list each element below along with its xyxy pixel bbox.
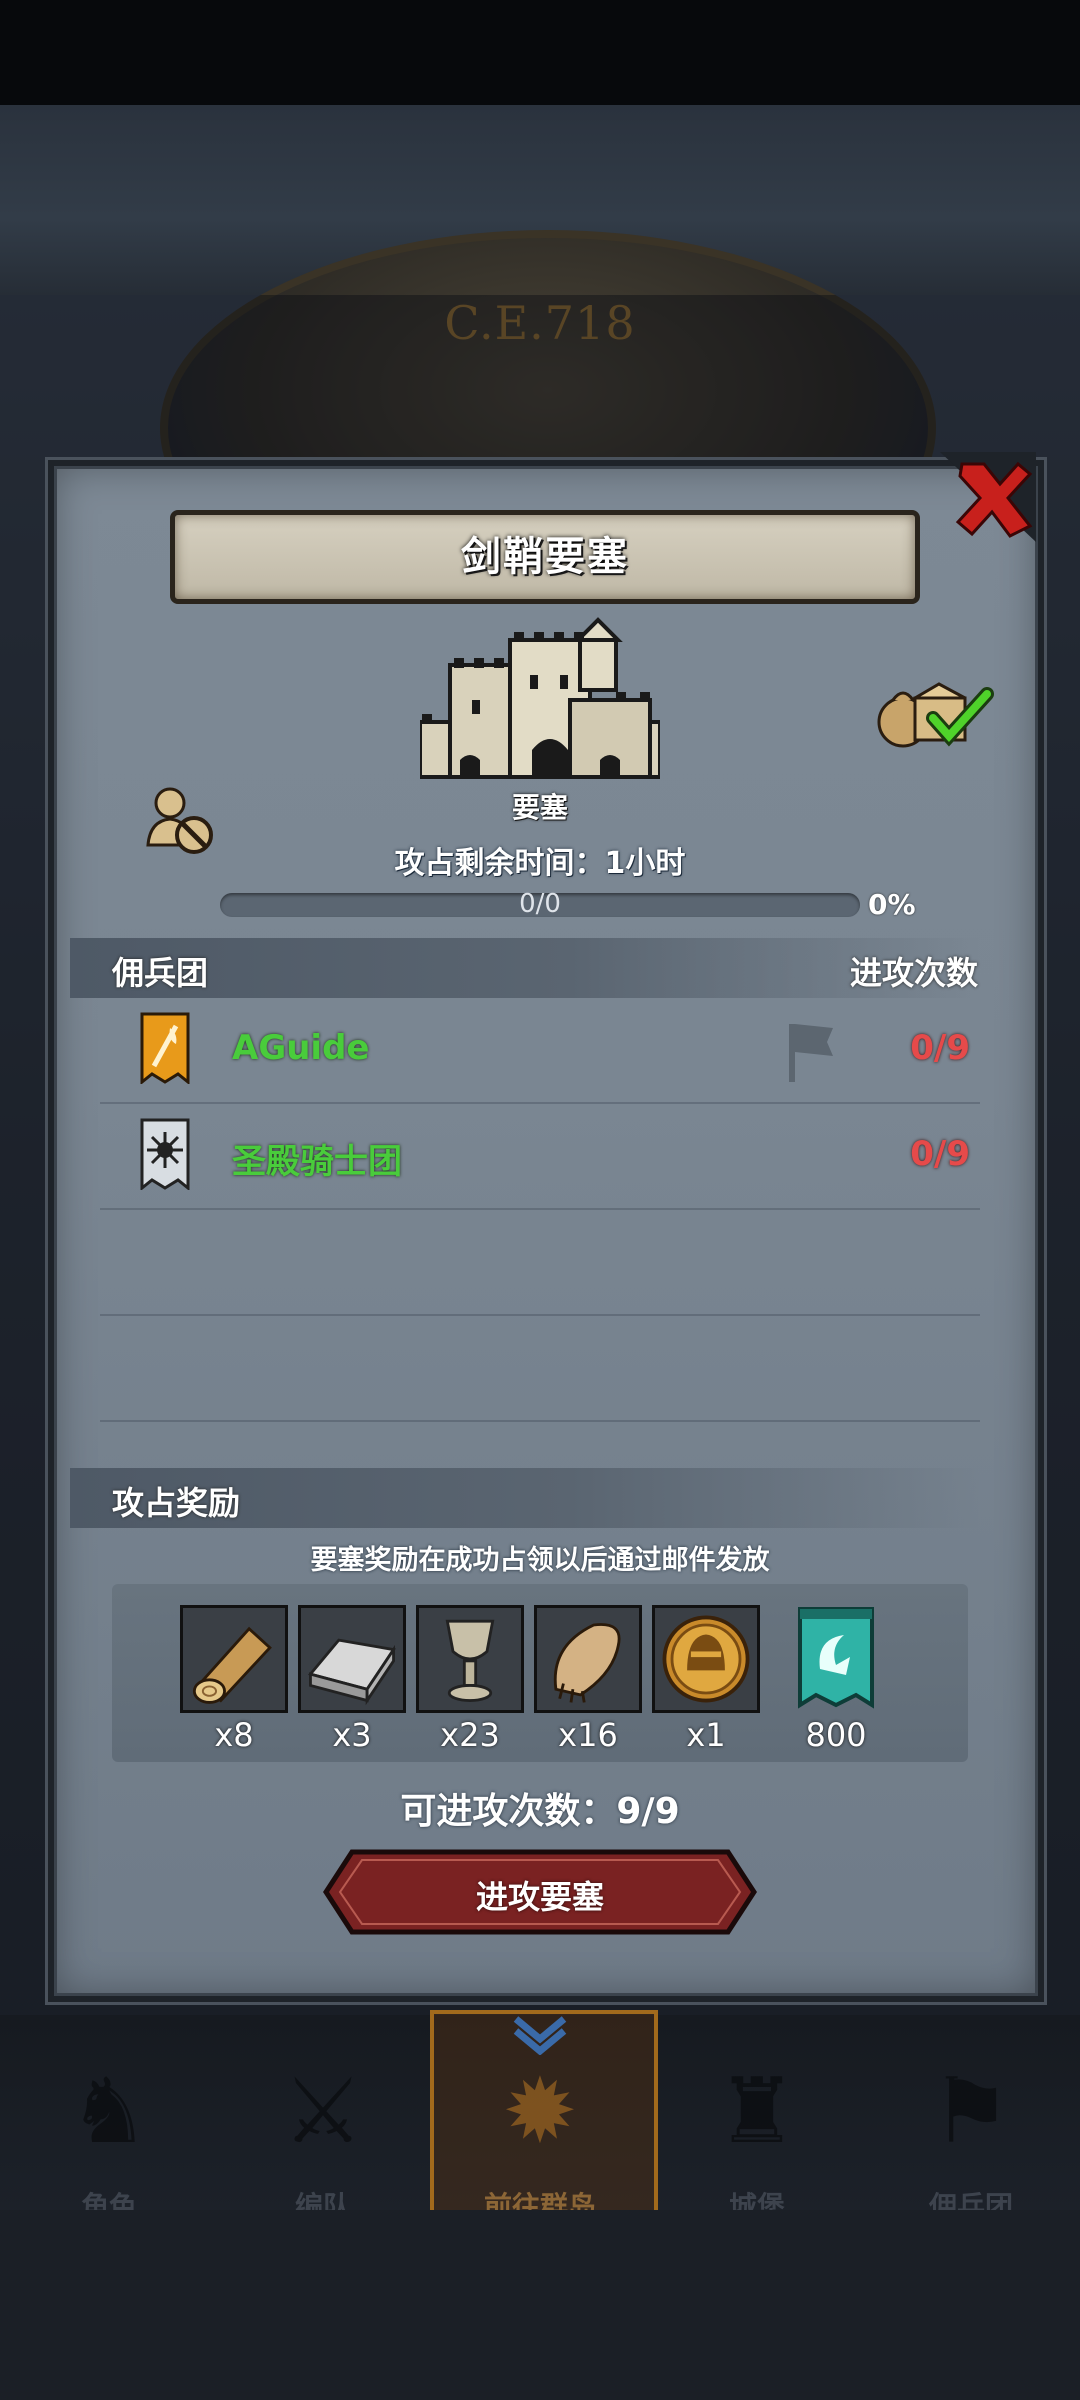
reward-note: 要塞奖励在成功占领以后通过邮件发放 bbox=[310, 1545, 770, 1576]
loot-claimed-icon[interactable] bbox=[875, 672, 995, 752]
castle-icon: ♜ bbox=[716, 2059, 798, 2164]
empty-row bbox=[100, 1210, 980, 1316]
nav-item-character[interactable]: ♞ 角色 bbox=[4, 2027, 214, 2227]
mercenary-section-header: 佣兵团 进攻次数 bbox=[70, 938, 980, 998]
goblet-icon bbox=[419, 1608, 521, 1710]
nav-item-castle[interactable]: ♜ 城堡 bbox=[652, 2027, 862, 2227]
mercenary-row[interactable]: 圣殿骑士团 0/9 bbox=[100, 1104, 980, 1210]
orange-quill-banner-icon bbox=[140, 1012, 190, 1084]
reward-item-helmet-coin[interactable] bbox=[652, 1605, 760, 1713]
flag-icon bbox=[789, 1024, 833, 1082]
empty-row bbox=[100, 1316, 980, 1422]
iron-ingot-icon bbox=[301, 1608, 403, 1710]
knight-helmet-coin-icon bbox=[655, 1608, 757, 1710]
close-icon bbox=[940, 452, 1036, 542]
mercenary-heading: 佣兵团 bbox=[112, 954, 209, 992]
formation-icon: ⚔ bbox=[282, 2059, 364, 2164]
reward-item-goblet[interactable] bbox=[416, 1605, 524, 1713]
attack-button-label: 进攻要塞 bbox=[475, 1878, 604, 1916]
nav-item-formation[interactable]: ⚔ 编队 bbox=[218, 2027, 428, 2227]
attack-fortress-button[interactable]: 进攻要塞 bbox=[322, 1848, 758, 1936]
attacks-available-text: 可进攻次数：9/9 bbox=[400, 1791, 680, 1832]
nav-item-islands[interactable]: ✹ 前往群岛 bbox=[435, 2027, 645, 2227]
attacks-column-heading: 进攻次数 bbox=[849, 954, 978, 992]
dialog-title: 剑鞘要塞 bbox=[461, 534, 629, 580]
mercenary-attack-count: 0/9 bbox=[910, 1028, 970, 1068]
reward-qty: x16 bbox=[558, 1716, 618, 1754]
mercenary-icon: ⚑ bbox=[930, 2059, 1012, 2164]
nav-item-mercenary[interactable]: ⚑ 佣兵团 bbox=[866, 2027, 1076, 2227]
guild-banner-icon bbox=[798, 1607, 874, 1709]
reward-qty: x8 bbox=[214, 1716, 254, 1754]
reward-item-guild-banner[interactable] bbox=[786, 1605, 886, 1713]
reward-item-fur[interactable] bbox=[534, 1605, 642, 1713]
reward-item-wood[interactable] bbox=[180, 1605, 288, 1713]
bottom-background bbox=[0, 2210, 1080, 2400]
fortress-icon bbox=[420, 617, 660, 779]
fur-pelt-icon bbox=[537, 1608, 639, 1710]
reward-qty: x23 bbox=[440, 1716, 500, 1754]
chevron-down-icon bbox=[513, 2016, 567, 2055]
islands-icon: ✹ bbox=[502, 2059, 578, 2164]
reward-qty: 800 bbox=[805, 1716, 867, 1754]
dialog-title-banner: 剑鞘要塞 bbox=[170, 510, 920, 604]
remaining-time-text: 攻占剩余时间：1小时 bbox=[394, 846, 686, 881]
mercenary-name: 圣殿骑士团 bbox=[232, 1142, 402, 1182]
close-button[interactable] bbox=[940, 452, 1036, 542]
status-bar-area bbox=[0, 0, 1080, 105]
mercenary-name: AGuide bbox=[232, 1028, 370, 1068]
mercenary-row[interactable]: AGuide 0/9 bbox=[100, 998, 980, 1104]
capture-progress-text: 0/0 bbox=[519, 889, 561, 919]
character-icon: ♞ bbox=[68, 2059, 150, 2164]
silver-sun-banner-icon bbox=[140, 1118, 190, 1190]
capture-progress-percent: 0% bbox=[868, 888, 916, 921]
reward-qty: x1 bbox=[686, 1716, 726, 1754]
mercenary-attack-count: 0/9 bbox=[910, 1134, 970, 1174]
reward-item-iron[interactable] bbox=[298, 1605, 406, 1713]
wood-log-icon bbox=[183, 1608, 285, 1710]
reward-qty: x3 bbox=[332, 1716, 372, 1754]
reward-heading: 攻占奖励 bbox=[112, 1484, 241, 1522]
reward-section-header: 攻占奖励 bbox=[70, 1468, 980, 1528]
